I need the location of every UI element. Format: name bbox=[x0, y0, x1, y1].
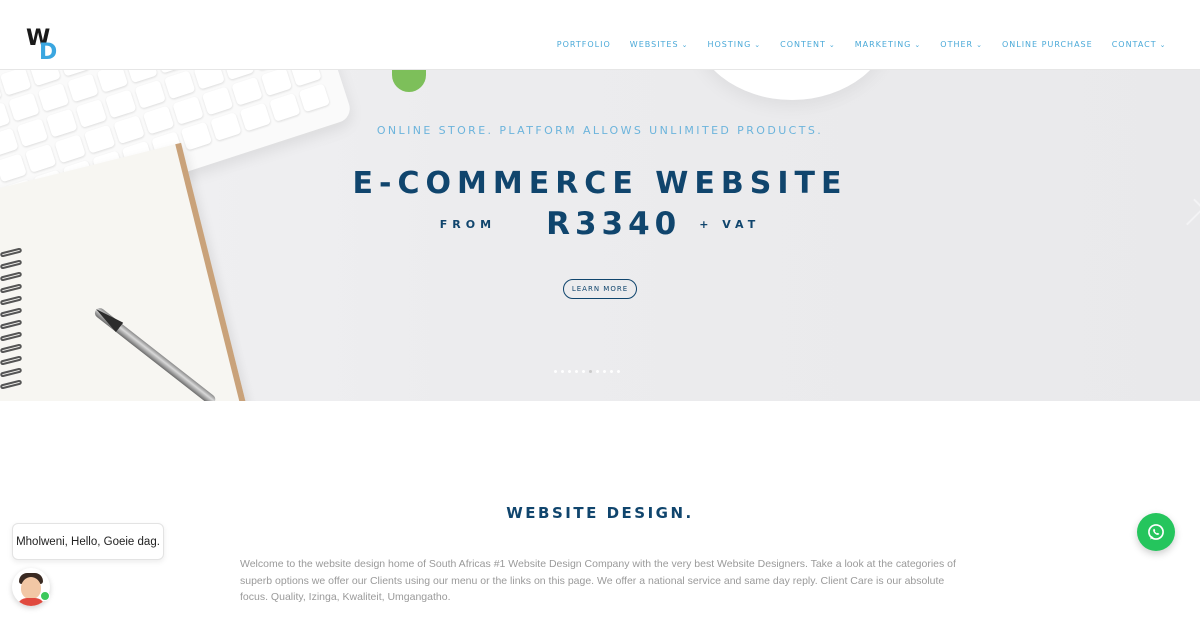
chevron-down-icon: ⌄ bbox=[754, 40, 762, 49]
slider-dot[interactable] bbox=[589, 370, 592, 373]
nav-item-label: ONLINE PURCHASE bbox=[1001, 40, 1093, 49]
slider-dot[interactable] bbox=[561, 370, 564, 373]
nav-item-label: OTHER bbox=[940, 40, 974, 49]
chevron-down-icon: ⌄ bbox=[914, 40, 922, 49]
slider-dot[interactable] bbox=[568, 370, 571, 373]
hero-headline: E-COMMERCE WEBSITE bbox=[352, 166, 848, 201]
logo-letter-d: D bbox=[39, 40, 58, 65]
nav-item-label: WEBSITES bbox=[629, 40, 679, 49]
chevron-down-icon: ⌄ bbox=[1159, 40, 1167, 49]
nav-item-online-purchase[interactable]: ONLINE PURCHASE bbox=[992, 40, 1102, 49]
price-prefix: FROM bbox=[439, 217, 497, 231]
section-title: WEBSITE DESIGN. bbox=[506, 504, 694, 522]
slider-pagination bbox=[554, 370, 620, 373]
nav-item-label: HOSTING bbox=[707, 40, 752, 49]
nav-item-portfolio[interactable]: PORTFOLIO bbox=[547, 40, 620, 49]
nav-item-content[interactable]: CONTENT ⌄ bbox=[771, 40, 846, 49]
whatsapp-icon bbox=[1148, 524, 1164, 540]
site-header: W D PORTFOLIO WEBSITES ⌄ HOSTING ⌄ CONTENT ⌄ MA… bbox=[0, 0, 1200, 70]
hero-price-row: FROM R3340 + VAT bbox=[0, 206, 1200, 242]
price-suffix: + VAT bbox=[699, 217, 761, 231]
nav-item-hosting[interactable]: HOSTING ⌄ bbox=[698, 40, 771, 49]
site-logo[interactable]: W D bbox=[26, 26, 66, 66]
chevron-down-icon: ⌄ bbox=[828, 40, 836, 49]
slider-dot[interactable] bbox=[617, 370, 620, 373]
nav-item-marketing[interactable]: MARKETING ⌄ bbox=[845, 40, 931, 49]
nav-item-other[interactable]: OTHER ⌄ bbox=[931, 40, 993, 49]
intro-paragraph: Welcome to the website design home of So… bbox=[240, 558, 956, 603]
nav-item-label: MARKETING bbox=[854, 40, 912, 49]
slider-dot[interactable] bbox=[582, 370, 585, 373]
slider-dot[interactable] bbox=[603, 370, 606, 373]
page: ONLINE STORE. PLATFORM ALLOWS UNLIMITED … bbox=[0, 0, 1200, 630]
slider-dot[interactable] bbox=[596, 370, 599, 373]
slider-dot[interactable] bbox=[554, 370, 557, 373]
chevron-down-icon: ⌄ bbox=[976, 40, 983, 49]
nav-item-label: CONTENT bbox=[780, 40, 826, 49]
main-nav: PORTFOLIO WEBSITES ⌄ HOSTING ⌄ CONTENT ⌄ MARKET… bbox=[547, 40, 1176, 49]
whatsapp-button[interactable] bbox=[1137, 513, 1175, 551]
online-status-icon bbox=[40, 591, 50, 601]
slider-dot[interactable] bbox=[610, 370, 613, 373]
learn-more-button[interactable]: LEARN MORE bbox=[563, 279, 637, 299]
chevron-down-icon: ⌄ bbox=[681, 40, 689, 49]
slider-dot[interactable] bbox=[575, 370, 578, 373]
nav-item-websites[interactable]: WEBSITES ⌄ bbox=[620, 40, 698, 49]
chat-greeting-bubble[interactable]: Mholweni, Hello, Goeie dag. bbox=[12, 523, 164, 560]
avatar-face bbox=[21, 577, 41, 599]
hero-tagline: ONLINE STORE. PLATFORM ALLOWS UNLIMITED … bbox=[376, 124, 824, 137]
nav-item-label: CONTACT bbox=[1111, 40, 1157, 49]
nav-item-label: PORTFOLIO bbox=[556, 40, 611, 49]
price-value: R3340 bbox=[546, 206, 682, 242]
nav-item-contact[interactable]: CONTACT ⌄ bbox=[1102, 40, 1176, 49]
